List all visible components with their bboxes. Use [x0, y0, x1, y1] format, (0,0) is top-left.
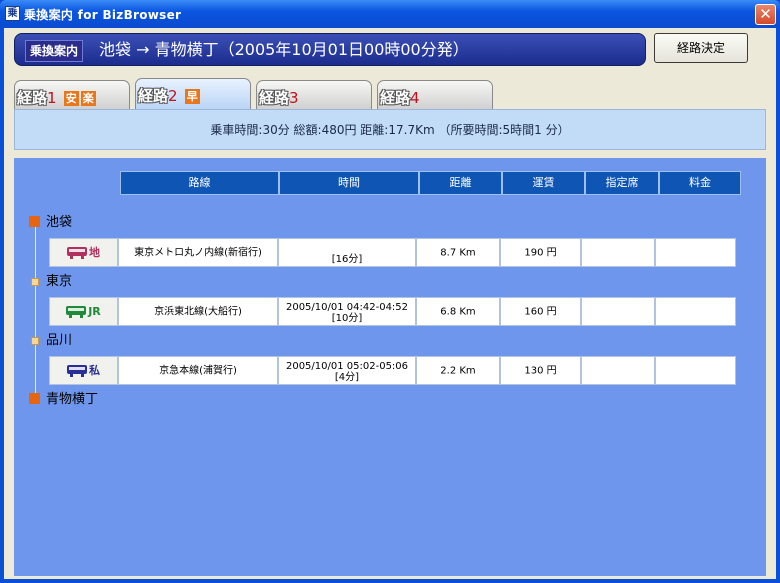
tab-number: 4 — [410, 89, 420, 107]
fare: 130 円 — [524, 365, 557, 376]
fare-cell: 160 円 — [500, 297, 581, 326]
route-summary: 乗車時間:30分 総額:480円 距離:17.7Km （所要時間:5時間1 分） — [14, 109, 766, 150]
segment-row[interactable]: JR 京浜東北線(大船行) 2005/10/01 04:42-04:52 [10分] 6… — [49, 297, 736, 326]
station-name: 東京 — [46, 274, 73, 289]
tab-label: 経路4 — [380, 87, 420, 108]
distance: 6.8 Km — [440, 306, 476, 317]
tab-prefix: 経路 — [259, 89, 290, 107]
charge-cell — [655, 238, 736, 267]
train-icon — [67, 365, 87, 377]
train-type-label: 地 — [89, 246, 100, 259]
distance: 2.2 Km — [440, 365, 476, 376]
tab-prefix: 経路 — [380, 89, 411, 107]
segment-row[interactable]: 私 京急本線(浦賀行) 2005/10/01 05:02-05:06 [4分] 2.2 … — [49, 356, 736, 385]
station-name: 青物横丁 — [46, 392, 99, 407]
window-title: 乗換案内 for BizBrowser — [24, 8, 182, 22]
time-cell: 2005/10/01 04:42-04:52 [10分] — [278, 297, 416, 326]
time-cell: 2005/10/01 05:02-05:06 [4分] — [278, 356, 416, 385]
tab-route-4[interactable]: 経路4 — [377, 80, 493, 110]
duration: [4分] — [334, 372, 360, 383]
close-icon[interactable]: ✕ — [755, 4, 776, 25]
station-name: 池袋 — [46, 215, 73, 230]
train-type-label: 私 — [89, 364, 100, 377]
column-header-charge: 料金 — [659, 171, 741, 195]
distance-cell: 6.8 Km — [416, 297, 500, 326]
station-marker-icon — [29, 393, 40, 404]
tab-route-2[interactable]: 経路2 早 — [135, 78, 251, 110]
station-3: 品川 — [29, 333, 72, 349]
segment-row[interactable]: 地 東京メトロ丸ノ内線(新宿行) [16分] 8.7 Km 190 円 — [49, 238, 736, 267]
train-type-label: JR — [88, 305, 101, 318]
line-name: 京急本線(浦賀行) — [159, 365, 237, 376]
charge-cell — [655, 297, 736, 326]
fare-cell: 130 円 — [500, 356, 581, 385]
column-header-reserved: 指定席 — [585, 171, 659, 195]
route-detail-panel: 路線 時間 距離 運賃 指定席 料金 池袋東京品川青物横丁 地 東京メトロ丸ノ内線… — [14, 158, 766, 576]
fare-cell: 190 円 — [500, 238, 581, 267]
station-4: 青物横丁 — [29, 392, 98, 408]
train-type-badge: 私 — [49, 356, 118, 385]
distance-cell: 2.2 Km — [416, 356, 500, 385]
fare: 160 円 — [524, 306, 557, 317]
station-marker-icon — [31, 278, 39, 286]
app-window: 乗 乗換案内 for BizBrowser ✕ 乗換案内 池袋 → 青物横丁（2… — [0, 0, 780, 583]
reserved-seat-cell — [581, 238, 655, 267]
station-1: 池袋 — [29, 215, 72, 231]
tab-route-3[interactable]: 経路3 — [256, 80, 372, 110]
duration: [10分] — [331, 313, 363, 324]
client-area: 乗換案内 池袋 → 青物横丁（2005年10月01日00時00分発） 経路決定 … — [4, 28, 776, 579]
station-marker-icon — [31, 337, 39, 345]
route-tag-badge: 安 — [63, 91, 79, 106]
reserved-seat-cell — [581, 356, 655, 385]
station-2: 東京 — [29, 274, 72, 290]
fare: 190 円 — [524, 247, 557, 258]
route-header: 乗換案内 池袋 → 青物横丁（2005年10月01日00時00分発） — [14, 33, 646, 66]
line-name: 東京メトロ丸ノ内線(新宿行) — [134, 247, 262, 258]
tab-label: 経路3 — [259, 87, 299, 108]
line-name-cell: 京急本線(浦賀行) — [118, 356, 278, 385]
route-connector-line — [35, 223, 36, 399]
column-header-fare: 運賃 — [502, 171, 585, 195]
distance: 8.7 Km — [440, 247, 476, 258]
column-header-line: 路線 — [120, 171, 279, 195]
decide-route-button[interactable]: 経路決定 — [654, 33, 748, 63]
reserved-seat-cell — [581, 297, 655, 326]
time-cell: [16分] — [278, 238, 416, 267]
tab-number: 3 — [289, 89, 299, 107]
route-title: 池袋 → 青物横丁（2005年10月01日00時00分発） — [99, 40, 469, 59]
column-header-distance: 距離 — [419, 171, 502, 195]
tab-prefix: 経路 — [17, 89, 48, 107]
train-type-badge: 地 — [49, 238, 118, 267]
train-icon — [67, 247, 87, 259]
column-header-time: 時間 — [279, 171, 419, 195]
app-icon: 乗 — [5, 6, 20, 21]
tab-label: 経路2 早 — [138, 85, 200, 106]
train-type-badge: JR — [49, 297, 118, 326]
train-icon — [66, 306, 87, 318]
tab-route-1[interactable]: 経路1 安楽 — [14, 80, 130, 110]
title-bar[interactable]: 乗 乗換案内 for BizBrowser ✕ — [0, 0, 780, 28]
tab-prefix: 経路 — [138, 87, 169, 105]
distance-cell: 8.7 Km — [416, 238, 500, 267]
line-name-cell: 東京メトロ丸ノ内線(新宿行) — [118, 238, 278, 267]
duration: [16分] — [331, 254, 363, 265]
tab-number: 1 — [47, 89, 57, 107]
line-name: 京浜東北線(大船行) — [154, 306, 242, 317]
route-tag-badge: 楽 — [80, 91, 96, 106]
charge-cell — [655, 356, 736, 385]
time-range: 2005/10/01 05:02-05:06 — [285, 361, 409, 372]
station-marker-icon — [29, 216, 40, 227]
service-badge: 乗換案内 — [25, 40, 84, 62]
station-name: 品川 — [46, 333, 73, 348]
tab-number: 2 — [168, 87, 178, 105]
time-range: 2005/10/01 04:42-04:52 — [285, 302, 409, 313]
route-tag-badge: 早 — [184, 89, 200, 104]
tab-label: 経路1 安楽 — [17, 87, 96, 108]
line-name-cell: 京浜東北線(大船行) — [118, 297, 278, 326]
